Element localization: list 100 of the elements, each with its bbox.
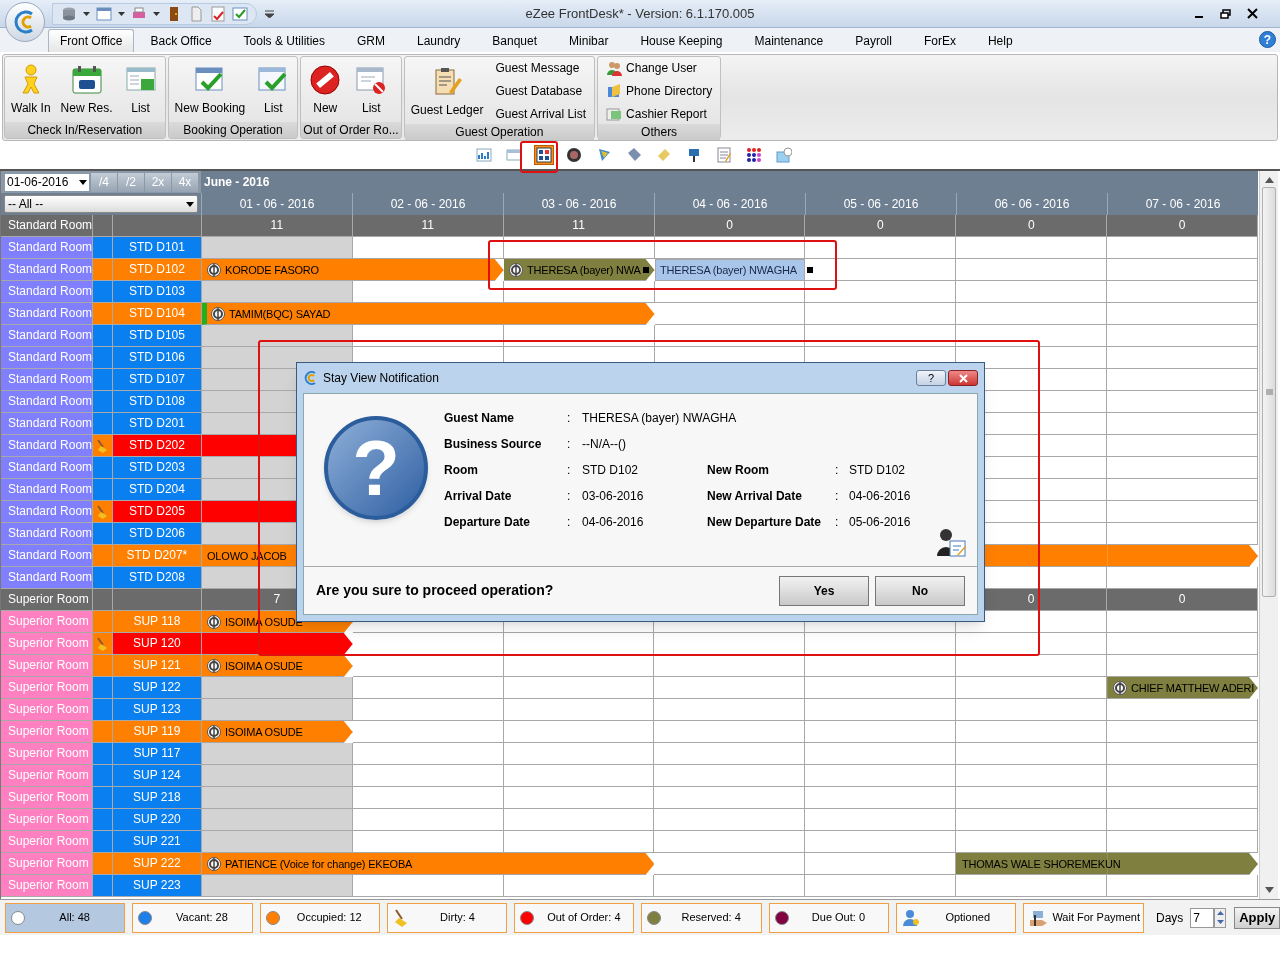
booking-label[interactable]: THOMAS WALE SHOREMEKUN	[962, 855, 1121, 873]
room-number-cell[interactable]: STD D108	[113, 391, 202, 413]
menu-tab[interactable]: Maintenance	[738, 30, 840, 52]
menu-tab[interactable]: Payroll	[839, 30, 908, 52]
dialog-button[interactable]: No	[875, 575, 965, 606]
booking-label[interactable]: CHIEF MATTHEW ADERI	[1131, 679, 1255, 697]
room-number-cell[interactable]: STD D203	[113, 457, 202, 479]
apply-button[interactable]: Apply	[1234, 906, 1280, 929]
view-button[interactable]	[564, 145, 584, 165]
room-number-cell[interactable]: SUP 122	[112, 677, 202, 699]
calendar-cell[interactable]	[201, 259, 353, 281]
menu-tab[interactable]: Help	[971, 30, 1029, 52]
drag-handle[interactable]	[807, 267, 813, 273]
caret-icon[interactable]	[153, 10, 160, 17]
scroll-up-icon[interactable]	[1264, 177, 1274, 183]
menu-tab[interactable]: Banquet	[476, 30, 554, 52]
menu-tab[interactable]: House Keeping	[624, 30, 739, 52]
calendar-cell[interactable]	[503, 853, 655, 875]
menu-tab[interactable]: Front Office	[48, 29, 135, 52]
ribbon-button[interactable]: List	[118, 57, 163, 122]
close-icon[interactable]	[1247, 8, 1258, 19]
room-number-cell[interactable]: STD D201	[113, 413, 202, 435]
legend-filter[interactable]: Vacant: 28	[132, 902, 253, 933]
caret-icon[interactable]	[83, 10, 90, 17]
legend-filter[interactable]: Optioned	[896, 902, 1017, 933]
room-number-cell[interactable]: STD D205	[113, 501, 202, 523]
room-number-cell[interactable]: SUP 223	[112, 875, 202, 897]
checklist-icon[interactable]	[232, 5, 248, 22]
caret-icon[interactable]	[118, 10, 125, 17]
booking-label[interactable]: PATIENCE (Voice for change) EKEOBA	[225, 855, 413, 873]
room-number-cell[interactable]: SUP 218	[112, 787, 202, 809]
calendar-cell[interactable]	[201, 633, 353, 655]
menu-tab[interactable]: Minibar	[553, 30, 625, 52]
scroll-thumb[interactable]	[1262, 187, 1276, 597]
legend-filter[interactable]: All: 48	[5, 902, 126, 933]
ribbon-button[interactable]: Guest Database	[495, 80, 587, 101]
menu-tab[interactable]: Tools & Utilities	[227, 30, 341, 52]
calendar-cell[interactable]	[1107, 545, 1259, 567]
view-button[interactable]	[744, 145, 764, 165]
help-button[interactable]: ?	[916, 370, 946, 386]
booking-label[interactable]: THERESA (bayer) NWAGHA	[660, 261, 797, 279]
legend-filter[interactable]: Wait For Payment	[1023, 902, 1144, 933]
menu-tab[interactable]: ForEx	[907, 30, 972, 52]
legend-filter[interactable]: Dirty: 4	[386, 902, 508, 933]
room-number-cell[interactable]: STD D106	[113, 347, 202, 369]
ribbon-button[interactable]: New Res.	[56, 57, 117, 122]
room-number-cell[interactable]: SUP 117	[112, 743, 202, 765]
legend-filter[interactable]: Out of Order: 4	[514, 902, 635, 933]
restore-icon[interactable]	[1220, 8, 1231, 19]
calendar-cell[interactable]	[352, 259, 504, 281]
ribbon-button[interactable]: List	[251, 57, 296, 122]
menu-tab[interactable]: GRM	[340, 30, 401, 52]
legend-filter[interactable]: Due Out: 0	[768, 902, 890, 933]
database-icon[interactable]	[61, 5, 77, 22]
calendar-cell[interactable]	[503, 303, 655, 325]
view-button[interactable]	[534, 145, 554, 165]
booking-label[interactable]: KORODE FASORO	[225, 261, 319, 279]
room-number-cell[interactable]: STD D105	[113, 325, 202, 347]
calendar-cell[interactable]	[1107, 677, 1258, 699]
ribbon-button[interactable]: New Booking	[170, 57, 250, 122]
caret-icon[interactable]	[265, 9, 274, 18]
booking-label[interactable]: ISOIMA OSUDE	[225, 723, 303, 741]
date-field[interactable]: 01-06-2016	[4, 172, 90, 192]
room-number-cell[interactable]: STD D101	[113, 237, 202, 259]
room-number-cell[interactable]: SUP 221	[112, 831, 202, 853]
legend-filter[interactable]: Reserved: 4	[641, 902, 762, 933]
room-number-cell[interactable]: SUP 120	[112, 633, 202, 655]
room-number-cell[interactable]: SUP 220	[112, 809, 202, 831]
ribbon-button[interactable]: New	[303, 57, 348, 122]
legend-filter[interactable]: Occupied: 12	[259, 902, 380, 933]
scrollbar[interactable]	[1259, 171, 1278, 899]
calendar-cell[interactable]	[201, 303, 353, 325]
room-number-cell[interactable]: SUP 123	[112, 699, 202, 721]
scroll-down-icon[interactable]	[1264, 887, 1274, 893]
spellcheck-icon[interactable]	[210, 5, 226, 22]
ribbon-button[interactable]: Walk In	[7, 57, 55, 122]
ribbon-button[interactable]: Guest Arrival List	[495, 103, 587, 124]
menu-tab[interactable]: Laundry	[400, 30, 477, 52]
room-number-cell[interactable]: STD D202	[113, 435, 202, 457]
ribbon-button[interactable]: Phone Directory	[606, 80, 713, 101]
booking-label[interactable]: THERESA (bayer) NWA	[527, 261, 641, 279]
calendar-cell[interactable]	[654, 259, 806, 281]
room-number-cell[interactable]: STD D103	[113, 281, 202, 303]
days-field[interactable]: 7	[1190, 907, 1215, 928]
calendar-cell[interactable]	[201, 721, 353, 743]
ribbon-button[interactable]: Guest Message	[495, 57, 587, 78]
days-spinner[interactable]	[1214, 907, 1227, 928]
calendar-cell[interactable]	[503, 259, 655, 281]
filter-dropdown[interactable]: -- All --	[4, 195, 198, 213]
window-icon[interactable]	[96, 5, 112, 22]
room-number-cell[interactable]: SUP 124	[112, 765, 202, 787]
ribbon-button[interactable]: Cashier Report	[606, 103, 713, 124]
help-button[interactable]: ?	[1259, 31, 1276, 48]
booking-label[interactable]: TAMIM(BQC) SAYAD	[229, 305, 331, 323]
drag-handle[interactable]	[643, 267, 649, 273]
menu-tab[interactable]: Back Office	[134, 30, 228, 52]
booking-label[interactable]: ISOIMA OSUDE	[225, 657, 303, 675]
ribbon-button[interactable]: Change User	[606, 57, 713, 78]
close-button[interactable]	[948, 370, 978, 386]
room-number-cell[interactable]: STD D208	[113, 567, 202, 589]
